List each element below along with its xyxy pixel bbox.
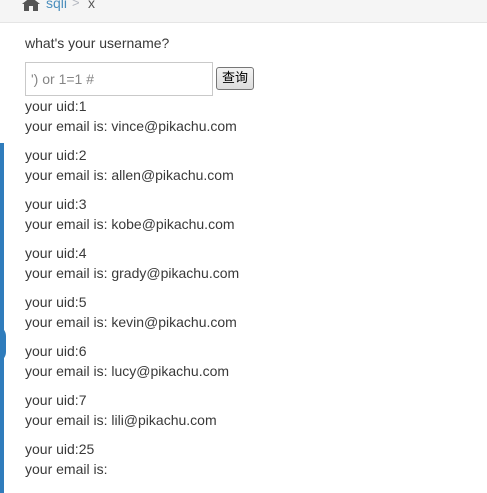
result-item: your uid:1 your email is: vince@pikachu.… xyxy=(25,97,465,136)
result-uid: your uid:6 xyxy=(25,343,87,359)
username-question-label: what's your username? xyxy=(25,35,170,51)
result-uid: your uid:25 xyxy=(25,441,95,457)
sidebar-collapse-handle[interactable] xyxy=(0,326,6,362)
sidebar-edge xyxy=(0,143,4,493)
result-item: your uid:6 your email is: lucy@pikachu.c… xyxy=(25,342,465,381)
result-email: your email is: kevin@pikachu.com xyxy=(25,313,237,330)
result-item: your uid:2 your email is: allen@pikachu.… xyxy=(25,146,465,185)
breadcrumb-link-sqli[interactable]: sqli xyxy=(46,0,67,12)
result-email: your email is: kobe@pikachu.com xyxy=(25,215,235,232)
breadcrumb-current: x xyxy=(88,0,95,11)
result-item: your uid:25 your email is: xyxy=(25,440,465,479)
result-uid: your uid:5 xyxy=(25,294,87,310)
username-input[interactable] xyxy=(25,62,213,96)
result-uid: your uid:1 xyxy=(25,98,87,114)
query-button[interactable]: 查询 xyxy=(216,67,254,90)
result-uid: your uid:2 xyxy=(25,147,87,163)
home-icon[interactable] xyxy=(22,0,40,11)
result-email: your email is: xyxy=(25,460,108,477)
result-uid: your uid:4 xyxy=(25,245,87,261)
result-item: your uid:5 your email is: kevin@pikachu.… xyxy=(25,293,465,332)
result-item: your uid:3 your email is: kobe@pikachu.c… xyxy=(25,195,465,234)
result-item: your uid:7 your email is: lili@pikachu.c… xyxy=(25,391,465,430)
result-email: your email is: allen@pikachu.com xyxy=(25,166,234,183)
result-item: your uid:4 your email is: grady@pikachu.… xyxy=(25,244,465,283)
result-email: your email is: lucy@pikachu.com xyxy=(25,362,230,379)
result-uid: your uid:3 xyxy=(25,196,87,212)
result-email: your email is: lili@pikachu.com xyxy=(25,411,217,428)
breadcrumb: sqli > x xyxy=(0,0,487,23)
results-list: your uid:1 your email is: vince@pikachu.… xyxy=(25,97,465,489)
result-uid: your uid:7 xyxy=(25,392,87,408)
result-email: your email is: vince@pikachu.com xyxy=(25,117,237,134)
result-email: your email is: grady@pikachu.com xyxy=(25,264,240,281)
breadcrumb-separator: > xyxy=(72,0,80,10)
